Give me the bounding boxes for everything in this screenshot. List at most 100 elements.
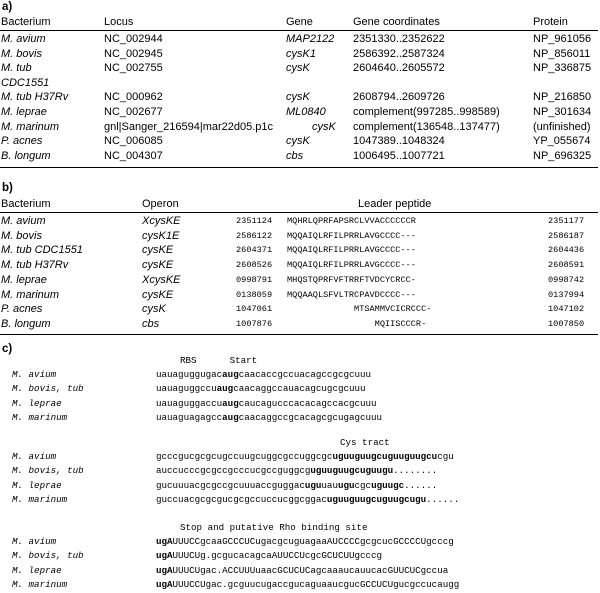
- cell-start-coordinate: 1007876: [236, 318, 273, 329]
- sequence-text: ugAUUUCUgac.ACCUUUuaacGCUCUCagcaaaucauuc…: [156, 564, 449, 576]
- sequence-text: ugAUUUCCUgac.gcguucugaccgucaguaaucgucGCC…: [156, 580, 459, 589]
- sequence-highlight: aug: [222, 397, 239, 409]
- cell-locus: NC_002944: [104, 33, 163, 45]
- cell-coords: 1006495..1007721: [353, 149, 445, 162]
- sequence-text: uauaguggugacaugcaacaccgccuacagccgcgcuuu: [156, 370, 371, 379]
- sequence-organism: M. marinum: [12, 578, 68, 590]
- sequence-text: gucuuuacgcgccgcuuuaccguggacuguuauugucgcu…: [156, 479, 437, 491]
- cell-operon: cysKE: [142, 259, 174, 272]
- sequence-highlight: aug: [222, 411, 239, 423]
- sequence-text: ugAUUUCCgcaaGCCCUCugacgcuguagaaAUCCCCgcg…: [156, 537, 454, 546]
- col-header-bacterium: Bacterium: [1, 16, 51, 28]
- cell-protein: NP_336875: [533, 62, 592, 75]
- cell-coords: complement(997285..998589): [353, 106, 500, 118]
- sequence-highlight: aug: [222, 369, 239, 380]
- sequence-segment: UUUCCUgac.gcguucugaccgucaguaaucgucGCCUCU…: [172, 578, 460, 590]
- sequence-segment: gcccgucgcgcugccuugcuggcgccuggcgc: [156, 451, 333, 462]
- cell-coords: 2586392..2587324: [353, 47, 445, 60]
- sequence-segment: auccucccgcgccgcccucgccguggcg: [156, 465, 311, 477]
- cell-bacterium: M. tub H37Rv: [1, 259, 69, 272]
- sequence-text: uauaguggccuaugcaacaggccauacagcugcgcuuu: [156, 384, 366, 393]
- cell-bacterium: B. longum: [1, 317, 51, 330]
- cell-gene: ML0840: [286, 106, 326, 118]
- cell-gene: MAP2122: [286, 33, 335, 45]
- alignment-block-header: Cys tract: [340, 437, 390, 448]
- cell-protein: NP_216850: [533, 91, 592, 104]
- sequence-organism: M. leprae: [12, 564, 62, 576]
- cell-gene: cysK: [286, 135, 310, 148]
- sequence-segment: UUUCUg.gcgucacagcaAUUCCUcgcGCUCUUgcccg: [172, 550, 383, 562]
- col-header-operon: Operon: [142, 198, 179, 210]
- cell-protein: NP_301634: [533, 106, 592, 118]
- cell-protein: YP_055674: [533, 135, 591, 148]
- cell-gene: cysK: [312, 120, 336, 133]
- col-header-leader-peptide: Leader peptide: [358, 198, 432, 210]
- sequence-organism: M. marinum: [12, 493, 68, 505]
- cell-end-coordinate: 1007850: [548, 318, 585, 329]
- cell-bacterium: M. avium: [1, 33, 46, 45]
- cell-bacterium: M. bovis: [1, 47, 42, 60]
- cell-end-coordinate: 2604436: [548, 245, 585, 256]
- cell-bacterium: M. leprae: [1, 106, 47, 118]
- col-header-gene: Gene: [286, 16, 313, 28]
- cell-gene: cysK: [286, 62, 310, 75]
- cell-protein: NP_856011: [533, 47, 591, 60]
- cell-leader-peptide: MHQSTQPRFVFTRRFTVDCYCRCC-: [287, 274, 416, 285]
- cell-bacterium: M. marinum: [1, 120, 60, 133]
- cell-gene: cysK1: [286, 47, 316, 60]
- sequence-organism: M. bovis, tub: [12, 550, 84, 562]
- sequence-segment: uau: [321, 479, 338, 491]
- cell-locus: NC_002677: [104, 106, 163, 118]
- cell-leader-peptide: MQQAIQLRFILPRRLAVGCCCC---: [287, 260, 416, 271]
- section-a-rule-top: [0, 30, 598, 31]
- sequence-segment: gucuuuacgcgccgcuuuaccguggac: [156, 479, 305, 491]
- cell-operon: cysKE: [142, 288, 174, 301]
- cell-bacterium: M. bovis: [1, 229, 42, 242]
- cell-end-coordinate: 2608591: [548, 260, 585, 271]
- cell-locus: NC_004307: [104, 149, 163, 162]
- cell-bacterium: M. tub H37Rv: [1, 91, 69, 104]
- cell-gene: cbs: [286, 149, 304, 162]
- sequence-segment: ......: [426, 493, 460, 505]
- cell-locus: NC_002945: [104, 47, 163, 60]
- sequence-highlight: ugu: [337, 479, 355, 491]
- cell-protein: NP_696325: [533, 149, 592, 162]
- cell-bacterium: M. marinum: [1, 288, 60, 301]
- cell-leader-peptide: MTSAMMVCICRCCC-: [287, 304, 432, 315]
- cell-bacterium: M. tub CDC1551: [1, 244, 83, 257]
- sequence-highlight: ugA: [156, 564, 173, 576]
- cell-coords: 2604640..2605572: [353, 62, 445, 75]
- cell-locus: NC_002755: [104, 62, 163, 75]
- sequence-segment: cgu: [437, 451, 454, 462]
- cell-leader-peptide: MQQAAQLSFVLTRCPAVDCCCC---: [287, 289, 416, 300]
- sequence-segment: UUUCUgac.ACCUUUuaacGCUCUCagcaaaucauucacG…: [172, 564, 449, 576]
- cell-start-coordinate: 2608526: [236, 260, 273, 271]
- cell-operon: cbs: [142, 317, 160, 330]
- sequence-segment: uauaguggccu: [156, 383, 217, 395]
- cell-locus: NC_006085: [104, 135, 163, 148]
- alignment-block-header: RBS Start: [180, 355, 258, 366]
- cell-operon: cysK1E: [142, 229, 180, 242]
- sequence-text: uauaguagagccaugcaacaggccgcacagcgcugagcuu…: [156, 413, 382, 422]
- sequence-highlight: ugA: [156, 536, 173, 547]
- cell-start-coordinate: 2604371: [236, 245, 273, 256]
- sequence-text: guccuacgcgcgucgcgccuccucggcggacuguuguugc…: [156, 495, 459, 504]
- cell-coords: 1047389..1048324: [353, 135, 445, 148]
- sequence-segment: caucagucccacacagccacgcuuu: [238, 397, 377, 409]
- section-a-label: a): [2, 1, 13, 13]
- sequence-segment: ........: [393, 465, 438, 477]
- sequence-organism: M. leprae: [12, 479, 62, 491]
- cell-end-coordinate: 0998742: [548, 274, 585, 285]
- sequence-text: ugAUUUCUg.gcgucacagcaAUUCCUcgcGCUCUUgccc…: [156, 551, 382, 560]
- cell-bacterium: P. acnes: [1, 303, 43, 316]
- cell-gene: cysK: [286, 91, 310, 104]
- cell-start-coordinate: 1047061: [236, 304, 273, 315]
- cell-start-coordinate: 2351124: [236, 216, 273, 226]
- cell-leader-peptide: MQQAIQLRFILPRRLAVGCCCC---: [287, 245, 416, 256]
- cell-protein: (unfinished): [533, 120, 591, 133]
- sequence-highlight: ugA: [156, 550, 173, 562]
- sequence-organism: M. bovis, tub: [12, 383, 84, 395]
- cell-operon: cysK: [142, 303, 166, 316]
- sequence-organism: M. leprae: [12, 397, 62, 409]
- alignment-block-header: Stop and putative Rho binding site: [180, 522, 368, 533]
